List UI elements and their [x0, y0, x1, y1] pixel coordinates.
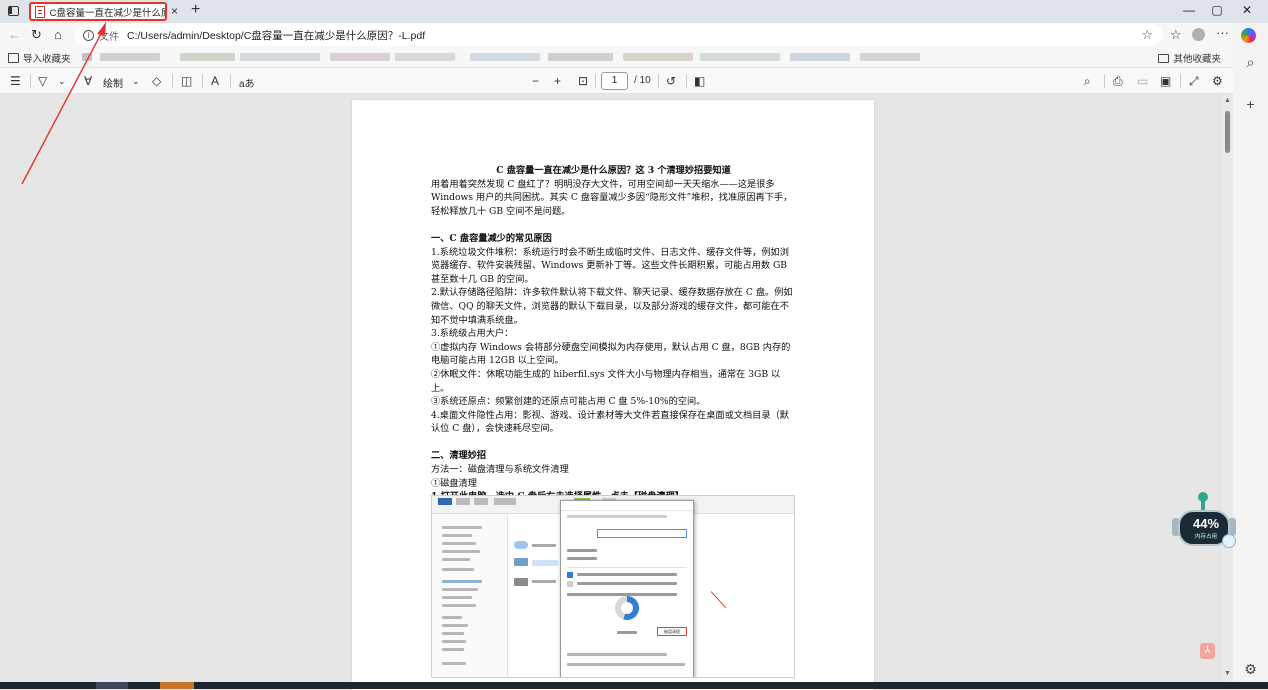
- taskbar-item[interactable]: [160, 682, 194, 689]
- taskbar: [0, 682, 1268, 689]
- annotation-arrow-overlay: [21, 22, 106, 185]
- taskbar-item[interactable]: [96, 682, 128, 689]
